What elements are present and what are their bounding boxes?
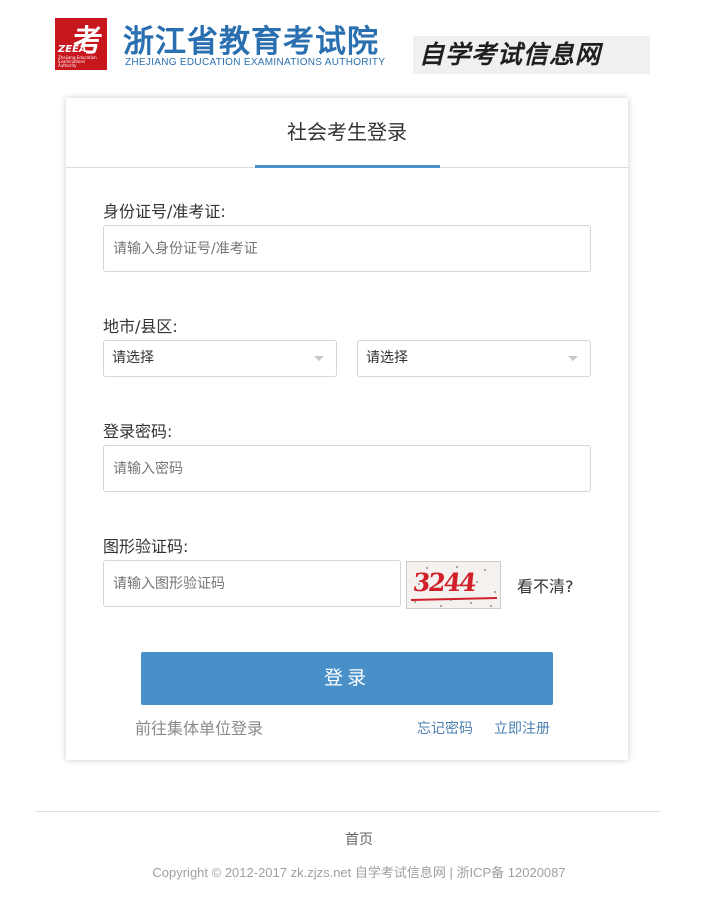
chevron-down-icon — [314, 356, 324, 361]
org-name-en: ZHEJIANG EDUCATION EXAMINATIONS AUTHORIT… — [125, 57, 386, 68]
chevron-down-icon — [568, 356, 578, 361]
password-label: 登录密码: — [103, 422, 173, 441]
site-header: 考 ZEEA Zhejiang Education Examinations A… — [55, 18, 650, 74]
captcha-text: 3244 — [411, 568, 477, 597]
copyright: Copyright © 2012-2017 zk.zjzs.net 自学考试信息… — [152, 865, 566, 880]
captcha-label: 图形验证码: — [103, 537, 189, 556]
login-title-underline — [255, 165, 440, 168]
refresh-captcha-link[interactable]: 看不清? — [517, 573, 574, 597]
captcha-image[interactable]: 3244 — [406, 561, 501, 609]
zeea-logo: 考 ZEEA Zhejiang Education Examinations A… — [55, 18, 107, 70]
login-title: 社会考生登录 — [66, 98, 628, 168]
county-select[interactable]: 请选择 — [357, 340, 591, 377]
register-link[interactable]: 立即注册 — [494, 718, 550, 738]
captcha-input[interactable] — [103, 560, 401, 607]
region-label: 地市/县区: — [103, 317, 178, 336]
forgot-password-link[interactable]: 忘记密码 — [417, 718, 473, 738]
city-select[interactable]: 请选择 — [103, 340, 337, 377]
id-input[interactable] — [103, 225, 591, 272]
county-select-value: 请选择 — [366, 350, 408, 366]
org-name: 浙江省教育考试院 — [123, 24, 379, 60]
logo-abbr: ZEEA — [58, 44, 87, 55]
site-name: 自学考试信息网 — [413, 36, 650, 74]
group-login-link[interactable]: 前往集体单位登录 — [135, 715, 263, 739]
home-link[interactable]: 首页 — [0, 829, 718, 849]
id-label: 身份证号/准考证: — [103, 202, 226, 221]
city-select-value: 请选择 — [112, 350, 154, 366]
footer-divider — [35, 811, 661, 812]
logo-subtitle: Zhejiang Education Examinations Authorit… — [58, 55, 97, 68]
login-card: 社会考生登录 身份证号/准考证: 地市/县区: 请选择 请选择 登录密码: 图形… — [66, 98, 628, 760]
login-button[interactable]: 登录 — [141, 652, 553, 705]
password-input[interactable] — [103, 445, 591, 492]
